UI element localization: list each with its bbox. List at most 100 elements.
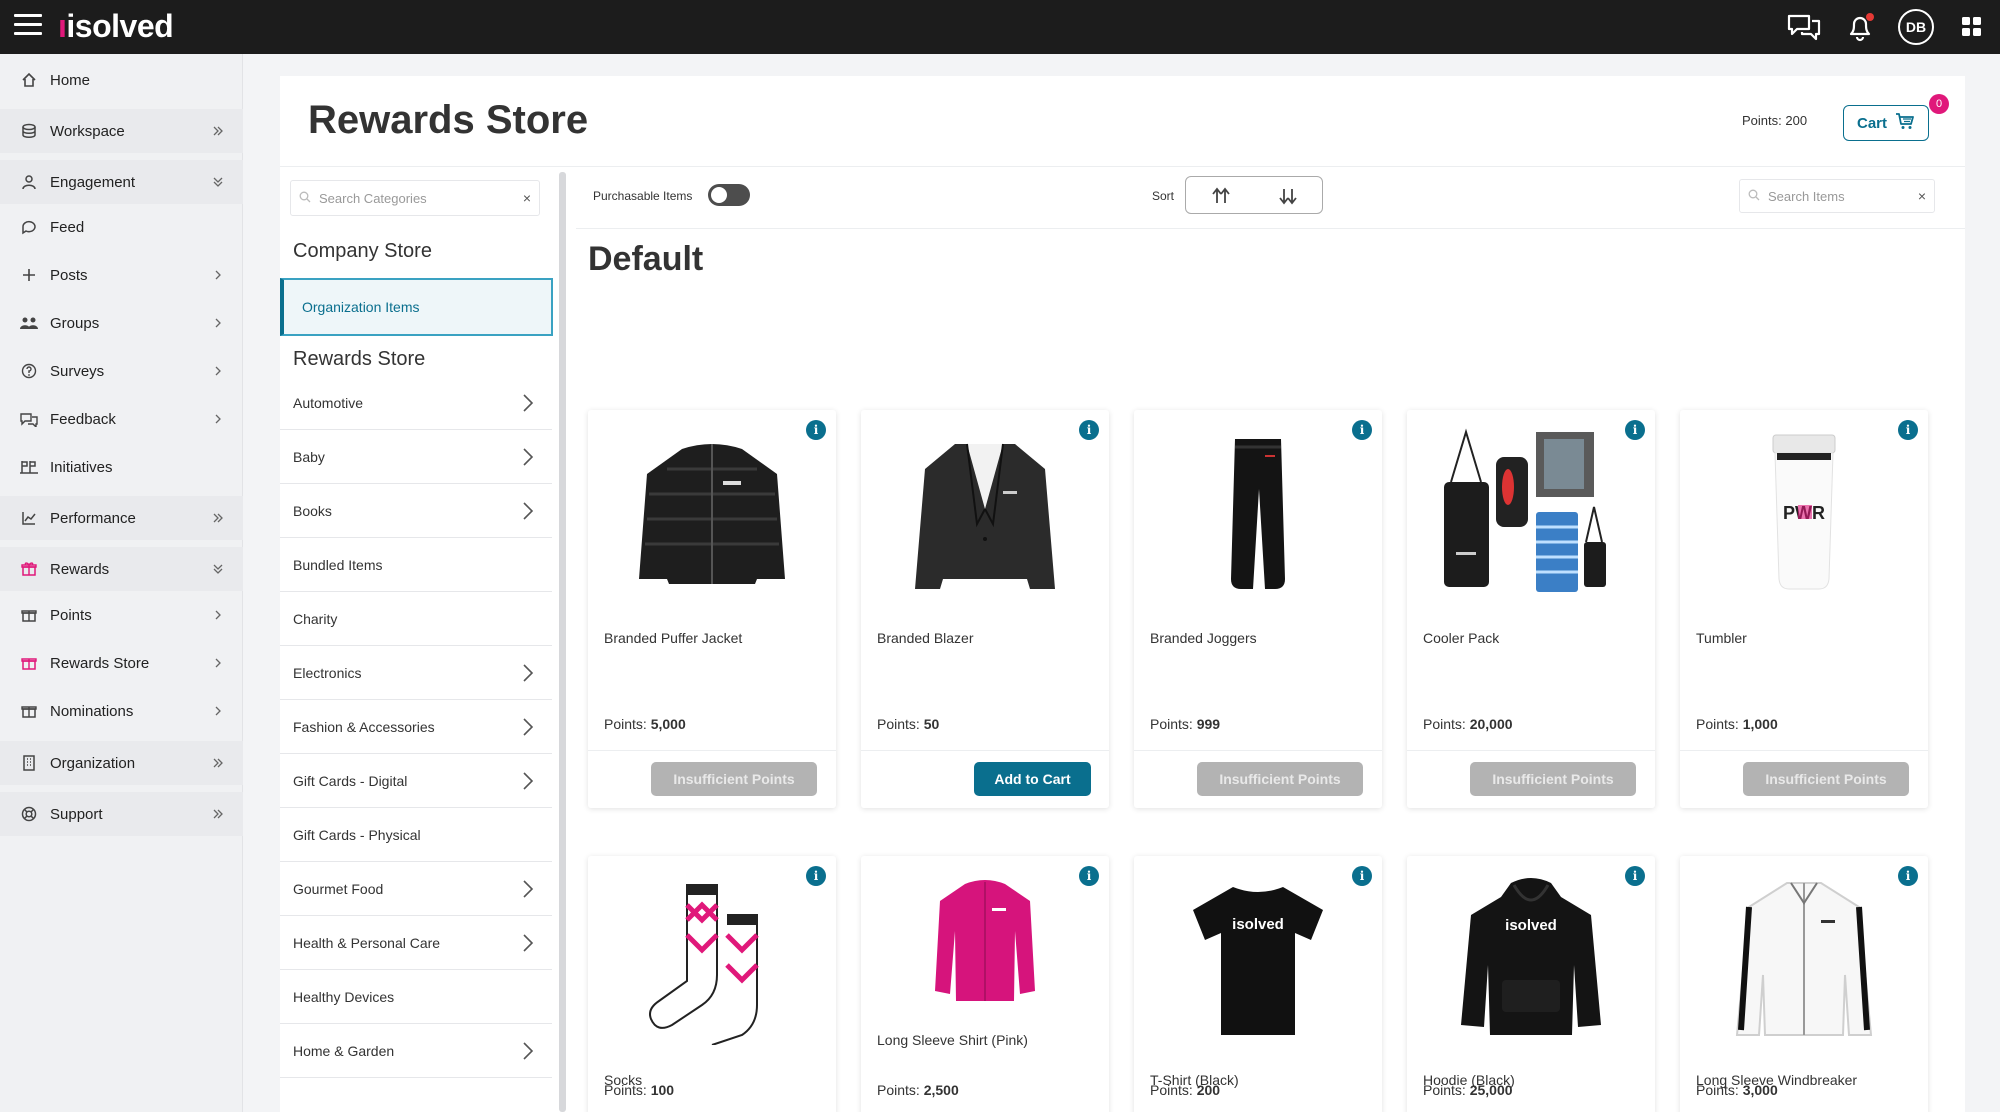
category-item[interactable]: Gift Cards - Physical bbox=[280, 808, 552, 862]
product-name: Branded Blazer bbox=[877, 630, 974, 646]
chat-icon[interactable] bbox=[1786, 10, 1822, 44]
points-prefix: Points: bbox=[1150, 1082, 1193, 1098]
sidebar-item-support[interactable]: Support bbox=[0, 792, 243, 836]
add-to-cart-button[interactable]: Add to Cart bbox=[974, 762, 1091, 796]
purchasable-items-label: Purchasable Items bbox=[593, 189, 693, 203]
product-card[interactable]: i Branded Puffer Jacket Points: 5,000 In… bbox=[588, 410, 836, 808]
points-balance: Points: 200 bbox=[1742, 113, 1808, 128]
category-item[interactable]: Baby bbox=[280, 430, 552, 484]
product-image-joggers bbox=[1158, 424, 1358, 604]
sort-ascending-icon[interactable] bbox=[1210, 185, 1232, 207]
groups-icon bbox=[20, 314, 38, 332]
product-card[interactable]: i isolved T-Shirt (Black) bbox=[1134, 856, 1382, 1112]
sidebar-item-feed[interactable]: Feed bbox=[0, 205, 243, 249]
sidebar-item-posts[interactable]: Posts bbox=[0, 253, 243, 297]
sidebar-item-performance[interactable]: Performance bbox=[0, 496, 243, 540]
clear-search-icon[interactable]: × bbox=[523, 190, 531, 206]
sidebar-item-groups[interactable]: Groups bbox=[0, 301, 243, 345]
category-organization-items[interactable]: Organization Items bbox=[280, 278, 553, 336]
avatar[interactable]: DB bbox=[1898, 9, 1934, 45]
product-card[interactable]: i Branded Joggers Points: 999 Insufficie… bbox=[1134, 410, 1382, 808]
question-icon bbox=[20, 362, 38, 380]
category-item[interactable]: Automotive bbox=[280, 376, 552, 430]
sidebar-item-points[interactable]: Points bbox=[0, 593, 243, 637]
product-card[interactable]: i Long Sleeve Windbreaker bbox=[1680, 856, 1928, 1112]
product-points: Points: 5,000 bbox=[604, 716, 686, 732]
double-chevron-right-icon bbox=[211, 804, 225, 824]
insufficient-points-button[interactable]: Insufficient Points bbox=[1197, 762, 1363, 796]
sidebar-item-initiatives[interactable]: Initiatives bbox=[0, 445, 243, 489]
category-item[interactable]: Gift Cards - Digital bbox=[280, 754, 552, 808]
apps-grid-icon[interactable] bbox=[1954, 10, 1990, 44]
sidebar-item-surveys[interactable]: Surveys bbox=[0, 349, 243, 393]
cart-label: Cart bbox=[1856, 114, 1887, 132]
product-card[interactable]: i PWR Tumbler Points: 1,000 Insufficient… bbox=[1680, 410, 1928, 808]
product-card[interactable]: i Socks bbox=[588, 856, 836, 1112]
sort-descending-icon[interactable] bbox=[1277, 185, 1299, 207]
category-item[interactable]: Charity bbox=[280, 592, 552, 646]
category-item[interactable]: Gourmet Food bbox=[280, 862, 552, 916]
category-item[interactable]: Health & Personal Care bbox=[280, 916, 552, 970]
user-icon bbox=[20, 173, 38, 191]
sidebar-item-rewards[interactable]: Rewards bbox=[0, 547, 243, 591]
category-search-input[interactable]: Search Categories × bbox=[290, 180, 540, 216]
product-image-pink-shirt bbox=[885, 876, 1085, 1006]
sidebar-item-nominations[interactable]: Nominations bbox=[0, 689, 243, 733]
category-item[interactable]: Electronics bbox=[280, 646, 552, 700]
points-prefix: Points: bbox=[1423, 1082, 1466, 1098]
category-label: Automotive bbox=[293, 394, 364, 411]
company-store-heading: Company Store bbox=[293, 240, 432, 262]
product-name: Branded Joggers bbox=[1150, 630, 1257, 646]
product-card[interactable]: i Branded Blazer Points: 50 Add to Cart bbox=[861, 410, 1109, 808]
insufficient-points-button[interactable]: Insufficient Points bbox=[1743, 762, 1909, 796]
sidebar-item-label: Nominations bbox=[50, 702, 134, 720]
sidebar-item-rewards-store[interactable]: Rewards Store bbox=[0, 641, 243, 685]
brand-logo[interactable]: ıisolved bbox=[58, 8, 174, 45]
chevron-right-icon bbox=[522, 1041, 534, 1064]
double-chevron-right-icon bbox=[211, 508, 225, 528]
insufficient-points-button[interactable]: Insufficient Points bbox=[1470, 762, 1636, 796]
product-card[interactable]: i Cooler Pack Points: 20,000 Insufficien… bbox=[1407, 410, 1655, 808]
chevron-right-icon bbox=[211, 313, 225, 333]
insufficient-points-button[interactable]: Insufficient Points bbox=[651, 762, 817, 796]
sidebar-item-feedback[interactable]: Feedback bbox=[0, 397, 243, 441]
sidebar-item-workspace[interactable]: Workspace bbox=[0, 109, 243, 153]
sidebar-item-label: Rewards bbox=[50, 560, 110, 578]
cart-button[interactable]: Cart bbox=[1843, 105, 1929, 141]
toolbar-divider bbox=[576, 228, 1965, 229]
category-item[interactable]: Bundled Items bbox=[280, 538, 552, 592]
top-bar: ıisolved DB bbox=[0, 0, 2000, 54]
item-search-input[interactable]: Search Items × bbox=[1739, 179, 1935, 213]
product-card[interactable]: i isolved Hoodie (Black) bbox=[1407, 856, 1655, 1112]
card-divider bbox=[1680, 750, 1928, 751]
category-label: Gift Cards - Physical bbox=[293, 826, 421, 843]
chevron-right-icon bbox=[211, 653, 225, 673]
panel-splitter[interactable] bbox=[559, 172, 566, 1112]
chevron-right-icon bbox=[211, 361, 225, 381]
sidebar-item-label: Feedback bbox=[50, 410, 116, 428]
chevron-right-icon bbox=[211, 265, 225, 285]
sort-control bbox=[1185, 176, 1323, 214]
sidebar-item-organization[interactable]: Organization bbox=[0, 741, 243, 785]
sidebar-item-engagement[interactable]: Engagement bbox=[0, 160, 243, 204]
double-chevron-right-icon bbox=[211, 121, 225, 141]
bell-icon[interactable] bbox=[1842, 10, 1878, 44]
category-item[interactable]: Healthy Devices bbox=[280, 970, 552, 1024]
category-item[interactable]: Home & Garden bbox=[280, 1024, 552, 1078]
home-icon bbox=[20, 71, 38, 89]
clear-search-icon[interactable]: × bbox=[1918, 188, 1926, 204]
product-points: Points: 1,000 bbox=[1696, 716, 1778, 732]
sidebar-item-label: Points bbox=[50, 606, 92, 624]
menu-icon[interactable] bbox=[14, 14, 42, 38]
chart-icon bbox=[20, 509, 38, 527]
sidebar-item-home[interactable]: Home bbox=[0, 58, 243, 102]
category-item[interactable]: Fashion & Accessories bbox=[280, 700, 552, 754]
lifebuoy-icon bbox=[20, 805, 38, 823]
items-panel: Purchasable Items Sort Search Items × De… bbox=[576, 166, 1965, 1112]
points-value: 3,000 bbox=[1742, 1082, 1778, 1098]
product-card[interactable]: i Long Sleeve Shirt (Pink) bbox=[861, 856, 1109, 1112]
points-value: 100 bbox=[650, 1082, 675, 1098]
points-value: 5,000 bbox=[650, 716, 686, 732]
category-item[interactable]: Books bbox=[280, 484, 552, 538]
purchasable-items-toggle[interactable] bbox=[708, 184, 750, 206]
